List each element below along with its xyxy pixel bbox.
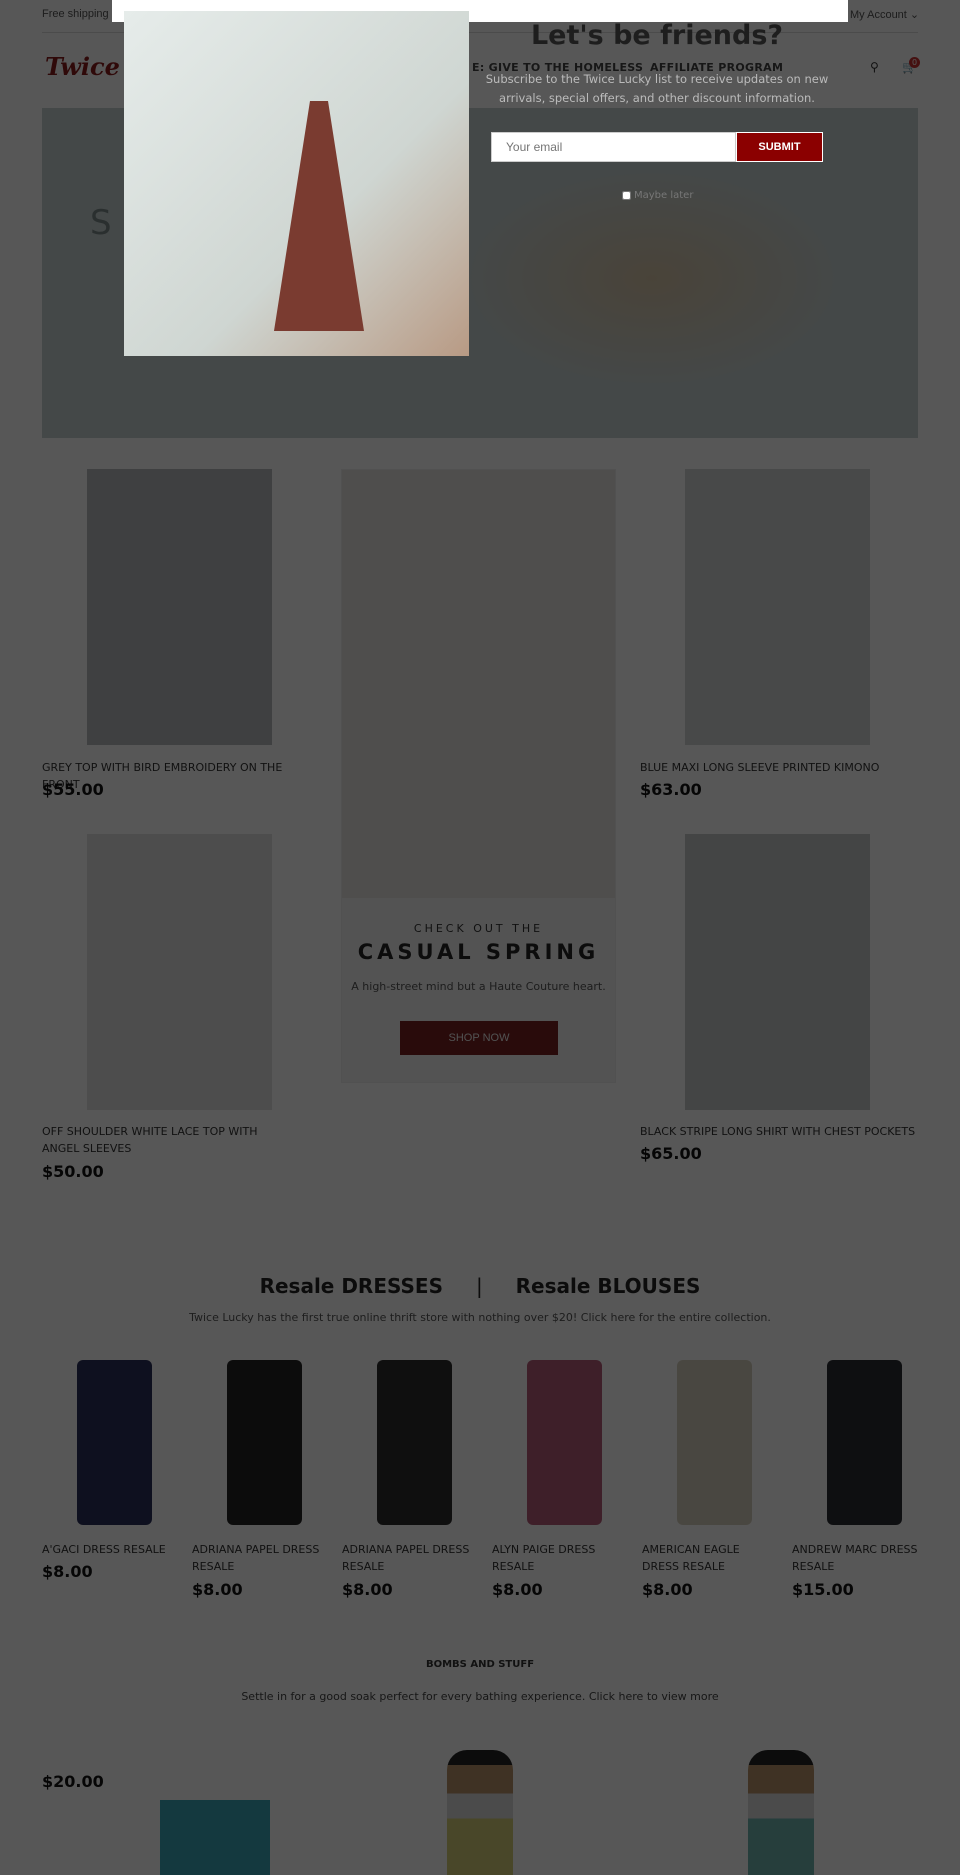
product-price: $8.00 bbox=[492, 1580, 543, 1599]
resale-subtitle[interactable]: Twice Lucky has the first true online th… bbox=[0, 1311, 960, 1324]
product-title[interactable]: AMERICAN EAGLE DRESS RESALE bbox=[642, 1541, 777, 1575]
bombs-subtitle[interactable]: Settle in for a good soak perfect for ev… bbox=[0, 1690, 960, 1703]
bombs-title: BOMBS AND STUFF bbox=[425, 1659, 535, 1670]
promo-kicker: CHECK OUT THE bbox=[413, 922, 544, 935]
product-price: $8.00 bbox=[642, 1580, 693, 1599]
search-icon[interactable]: ⚲ bbox=[870, 60, 879, 74]
product-image[interactable] bbox=[827, 1360, 902, 1525]
product-image[interactable] bbox=[87, 834, 272, 1110]
product-image[interactable] bbox=[527, 1360, 602, 1525]
tab-separator: | bbox=[475, 1274, 483, 1298]
cart-count-badge: 0 bbox=[909, 57, 920, 68]
tab-resale-dresses[interactable]: Resale DRESSES bbox=[260, 1274, 443, 1298]
hero-image-shoes bbox=[462, 168, 842, 388]
my-account-menu[interactable]: My Account ⌄ bbox=[850, 8, 919, 21]
product-title[interactable]: OFF SHOULDER WHITE LACE TOP WITH ANGEL S… bbox=[42, 1123, 292, 1157]
tab-resale-blouses[interactable]: Resale BLOUSES bbox=[516, 1274, 701, 1298]
product-price: $8.00 bbox=[192, 1580, 243, 1599]
product-image[interactable] bbox=[685, 469, 870, 745]
shop-now-button[interactable]: SHOP NOW bbox=[400, 1021, 558, 1055]
maybe-later-label: Maybe later bbox=[634, 190, 694, 201]
maybe-later-option[interactable]: Maybe later bbox=[622, 190, 693, 201]
product-title[interactable]: A'GACI DRESS RESALE bbox=[42, 1541, 177, 1558]
submit-button[interactable]: SUBMIT bbox=[736, 132, 823, 162]
hero-text: S bbox=[90, 203, 112, 243]
product-title[interactable]: BLUE MAXI LONG SLEEVE PRINTED KIMONO bbox=[640, 759, 918, 776]
popup-heading: Let's be friends? bbox=[530, 20, 784, 51]
product-price: $63.00 bbox=[640, 780, 702, 799]
product-image[interactable] bbox=[377, 1360, 452, 1525]
product-image[interactable] bbox=[227, 1360, 302, 1525]
product-title[interactable]: ALYN PAIGE DRESS RESALE bbox=[492, 1541, 627, 1575]
product-price: $50.00 bbox=[42, 1162, 104, 1181]
popup-subtitle: Subscribe to the Twice Lucky list to rec… bbox=[485, 72, 829, 105]
promo-casual-spring: CHECK OUT THE CASUAL SPRING A high-stree… bbox=[341, 469, 616, 1083]
product-price: $65.00 bbox=[640, 1144, 702, 1163]
product-price: $8.00 bbox=[42, 1562, 93, 1581]
promo-title: CASUAL SPRING bbox=[357, 940, 600, 964]
resale-tabs: Resale DRESSES | Resale BLOUSES bbox=[0, 1274, 960, 1298]
product-image[interactable] bbox=[77, 1360, 152, 1525]
promo-image bbox=[342, 470, 615, 898]
dress-figure bbox=[274, 101, 364, 331]
product-price: $8.00 bbox=[342, 1580, 393, 1599]
free-shipping-text: Free shipping bbox=[42, 8, 109, 20]
email-input[interactable] bbox=[491, 132, 736, 162]
product-price: $55.00 bbox=[42, 780, 104, 799]
product-image-bottle[interactable] bbox=[748, 1750, 814, 1875]
product-image[interactable] bbox=[87, 469, 272, 745]
product-title[interactable]: ADRIANA PAPEL DRESS RESALE bbox=[342, 1541, 477, 1575]
product-title[interactable]: BLACK STRIPE LONG SHIRT WITH CHEST POCKE… bbox=[640, 1123, 918, 1140]
product-image-sponge[interactable] bbox=[160, 1800, 270, 1875]
product-image[interactable] bbox=[677, 1360, 752, 1525]
product-image[interactable] bbox=[685, 834, 870, 1110]
product-title[interactable]: ANDREW MARC DRESS RESALE bbox=[792, 1541, 927, 1575]
popup-image bbox=[124, 11, 469, 356]
product-image-bottle[interactable] bbox=[447, 1750, 513, 1875]
maybe-later-checkbox[interactable] bbox=[622, 191, 631, 200]
promo-tagline: A high-street mind but a Haute Couture h… bbox=[351, 980, 606, 993]
product-price: $20.00 bbox=[42, 1772, 104, 1791]
product-price: $15.00 bbox=[792, 1580, 854, 1599]
product-title[interactable]: ADRIANA PAPEL DRESS RESALE bbox=[192, 1541, 327, 1575]
